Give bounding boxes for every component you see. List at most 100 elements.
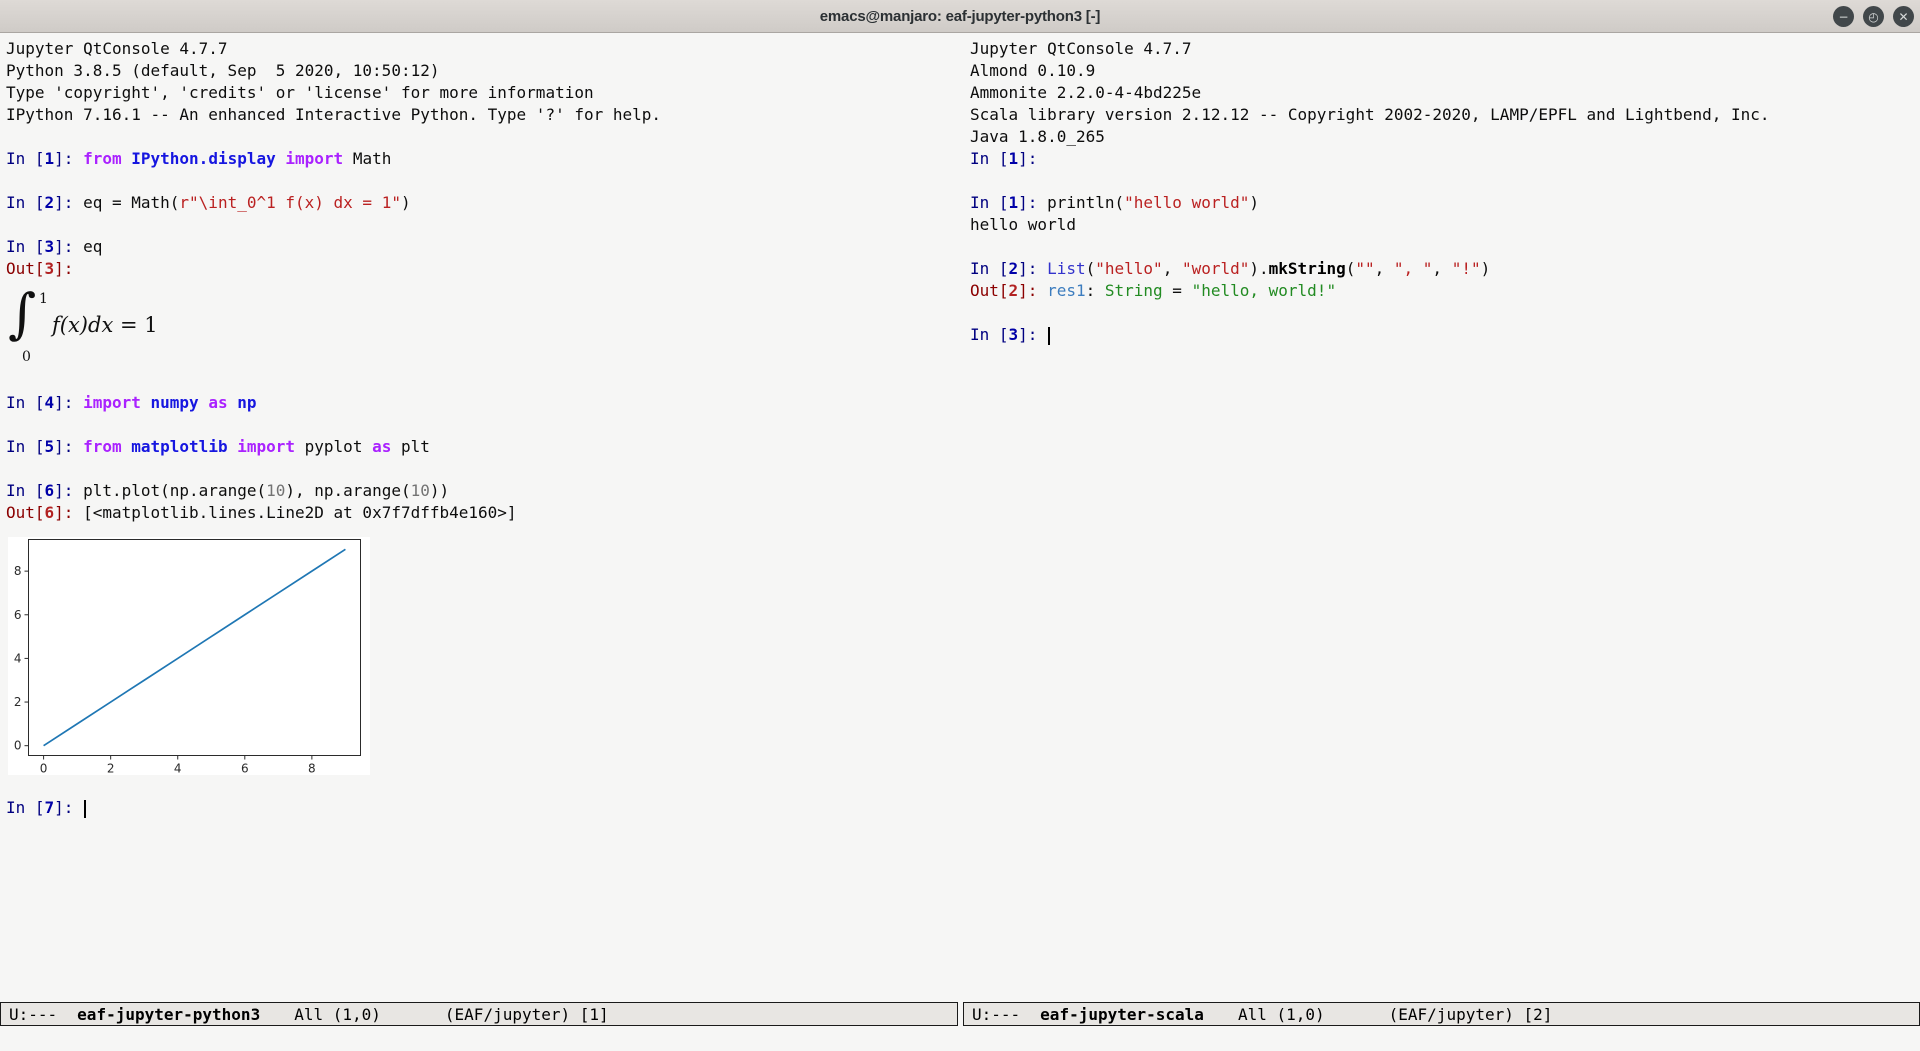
prompt-in: ]:	[54, 237, 83, 256]
string-literal: "hello world"	[1124, 193, 1249, 212]
title-bar[interactable]: emacs@manjaro: eaf-jupyter-python3 [-] −…	[0, 0, 1920, 33]
equation-body: f(x)dx = 1	[52, 314, 158, 336]
module-name: numpy	[151, 393, 199, 412]
keyword: import	[276, 149, 343, 168]
code-text: ).	[1249, 259, 1268, 278]
prompt-in: In [	[6, 437, 45, 456]
keyword: import	[83, 393, 150, 412]
prompt-in: In [	[970, 259, 1009, 278]
module-name: np	[237, 393, 256, 412]
jupyter-scala-console[interactable]: Jupyter QtConsole 4.7.7 Almond 0.10.9Ammo…	[963, 33, 1920, 1002]
code-text: )	[1249, 193, 1259, 212]
text-cursor[interactable]	[84, 800, 86, 818]
string-literal: "world"	[1182, 259, 1249, 278]
blank-line	[6, 214, 958, 236]
code-text: (	[1086, 259, 1096, 278]
mode-line-python[interactable]: U:--- eaf-jupyter-python3 All (1,0) (EAF…	[0, 1002, 958, 1026]
method-name: mkString	[1269, 259, 1346, 278]
blank-line	[6, 170, 958, 192]
code-text: Jupyter QtConsole 4.7.7	[970, 39, 1192, 58]
integral-lower-limit: 0	[22, 346, 31, 368]
integral-symbol: ∫	[8, 284, 36, 343]
prompt-in: In [	[6, 798, 45, 817]
x-tick-label: 8	[308, 762, 316, 776]
keyword: from	[83, 437, 131, 456]
prompt-in: ]:	[54, 798, 83, 817]
mode-line-buffer-name[interactable]: eaf-jupyter-python3	[77, 1005, 260, 1024]
prompt-in-number: 1	[45, 149, 55, 168]
code-text: eq	[83, 237, 102, 256]
unmaximize-icon: ◴	[1868, 11, 1878, 23]
code-text: [<matplotlib.lines.Line2D at 0x7f7dffb4e…	[83, 503, 516, 522]
equation-expression: f(x)dx	[52, 313, 113, 337]
console-line: Almond 0.10.9	[970, 60, 1920, 82]
window-scala: Jupyter QtConsole 4.7.7 Almond 0.10.9Ammo…	[963, 33, 1920, 1026]
y-tick-label: 4	[14, 651, 22, 665]
console-line: hello world	[970, 214, 1920, 236]
code-text: Ammonite 2.2.0-4-4bd225e	[970, 83, 1201, 102]
code-text: Type 'copyright', 'credits' or 'license'…	[6, 83, 594, 102]
console-line: In [2]: eq = Math(r"\int_0^1 f(x) dx = 1…	[6, 192, 958, 214]
mode-line-position: All (1,0)	[294, 1005, 381, 1024]
console-line: Scala library version 2.12.12 -- Copyrig…	[970, 104, 1920, 126]
prompt-in: In [	[6, 393, 45, 412]
window-python: Jupyter QtConsole 4.7.7Python 3.8.5 (def…	[0, 33, 958, 1026]
code-text: pyplot	[295, 437, 372, 456]
echo-area-minibuffer[interactable]	[0, 1026, 1920, 1051]
window-buttons: − ◴ ✕	[1833, 0, 1914, 33]
code-text: ,	[1432, 259, 1451, 278]
module-name: IPython.display	[131, 149, 276, 168]
string-literal: ""	[1355, 259, 1374, 278]
code-text: :	[1086, 281, 1105, 300]
integral-upper-limit: 1	[39, 288, 48, 310]
text-cursor[interactable]	[1048, 327, 1050, 345]
close-button[interactable]: ✕	[1893, 6, 1914, 27]
minimize-icon: −	[1838, 11, 1848, 23]
unmaximize-button[interactable]: ◴	[1863, 6, 1884, 27]
console-line: Java 1.8.0_265	[970, 126, 1920, 148]
code-text: Math	[343, 149, 391, 168]
jupyter-python-console[interactable]: Jupyter QtConsole 4.7.7Python 3.8.5 (def…	[0, 33, 958, 1002]
prompt-in-number: 3	[45, 237, 55, 256]
mode-line-state[interactable]: U:---	[972, 1005, 1020, 1024]
prompt-out: Out[	[6, 259, 45, 278]
string-literal: ", "	[1394, 259, 1433, 278]
x-tick-label: 2	[107, 762, 115, 776]
blank-line	[6, 414, 958, 436]
prompt-in-number: 7	[45, 798, 55, 817]
mode-line-scala[interactable]: U:--- eaf-jupyter-scala All (1,0) (EAF/j…	[963, 1002, 1920, 1026]
mode-line-state[interactable]: U:---	[9, 1005, 57, 1024]
prompt-in: In [	[6, 481, 45, 500]
mode-line-major-mode[interactable]: (EAF/jupyter) [1]	[445, 1005, 609, 1024]
x-tick-label: 6	[241, 762, 249, 776]
code-text: (	[1346, 259, 1356, 278]
blank-line	[6, 458, 958, 480]
prompt-out: ]:	[54, 259, 73, 278]
mode-line-buffer-name[interactable]: eaf-jupyter-scala	[1040, 1005, 1204, 1024]
console-line: In [1]: println("hello world")	[970, 192, 1920, 214]
x-tick-label: 0	[40, 762, 48, 776]
prompt-in: In [	[6, 149, 45, 168]
code-text: IPython 7.16.1 -- An enhanced Interactiv…	[6, 105, 661, 124]
code-text: hello world	[970, 215, 1076, 234]
console-line: Out[2]: res1: String = "hello, world!"	[970, 280, 1920, 302]
mode-line-major-mode[interactable]: (EAF/jupyter) [2]	[1389, 1005, 1553, 1024]
code-text: )	[1481, 259, 1491, 278]
prompt-in-number: 6	[45, 481, 55, 500]
console-line: In [3]: eq	[6, 236, 958, 258]
minimize-button[interactable]: −	[1833, 6, 1854, 27]
console-line: Ammonite 2.2.0-4-4bd225e	[970, 82, 1920, 104]
prompt-in-number: 2	[1009, 259, 1019, 278]
prompt-in: ]:	[54, 193, 83, 212]
code-text: Scala library version 2.12.12 -- Copyrig…	[970, 105, 1770, 124]
prompt-out-number: 6	[45, 503, 55, 522]
blank-line	[970, 236, 1920, 258]
prompt-in: ]:	[54, 149, 83, 168]
prompt-in: ]:	[54, 481, 83, 500]
code-text: )	[401, 193, 411, 212]
console-line: IPython 7.16.1 -- An enhanced Interactiv…	[6, 104, 958, 126]
console-line: In [2]: List("hello", "world").mkString(…	[970, 258, 1920, 280]
main-area: Jupyter QtConsole 4.7.7Python 3.8.5 (def…	[0, 33, 1920, 1026]
y-tick-label: 2	[14, 695, 22, 709]
prompt-in: In [	[970, 193, 1009, 212]
